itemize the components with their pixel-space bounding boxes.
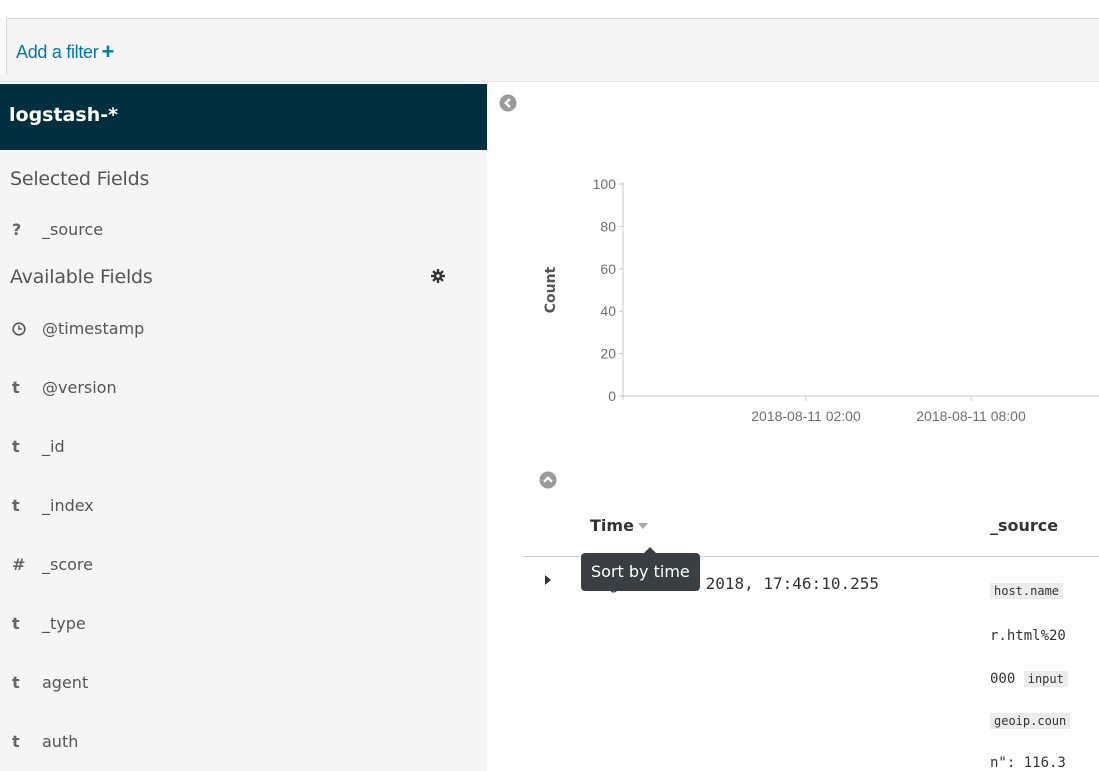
source-line: n": 116.3 <box>990 755 1066 771</box>
source-line: geoip.coun <box>990 713 1099 729</box>
collapse-sidebar-icon[interactable] <box>499 94 517 116</box>
string-type-icon: t <box>12 437 20 456</box>
field-name: _source <box>42 220 104 239</box>
collapse-chart-icon[interactable] <box>539 471 557 493</box>
field-item-auth[interactable]: t auth <box>12 730 78 754</box>
field-item-timestamp[interactable]: @timestamp <box>12 317 144 341</box>
field-name: _score <box>42 555 93 574</box>
field-item-version[interactable]: t @version <box>12 376 117 400</box>
y-axis: 0 20 40 60 80 100 <box>593 176 624 404</box>
source-field-key: host.name <box>990 583 1064 599</box>
field-name: _index <box>42 496 94 515</box>
add-filter-button[interactable]: Add a filter + <box>16 38 114 64</box>
plus-icon: + <box>101 39 115 64</box>
x-tick-label: 2018-08-11 08:00 <box>916 408 1026 424</box>
source-field-key: geoip.coun <box>990 713 1071 729</box>
source-line: host.name <box>990 583 1099 599</box>
filter-bar: Add a filter + <box>0 18 1099 82</box>
unknown-type-icon: ? <box>12 220 22 239</box>
index-pattern-title: logstash-* <box>9 104 119 126</box>
index-pattern-header[interactable]: logstash-* <box>0 84 487 150</box>
string-type-icon: t <box>12 673 20 692</box>
add-filter-label: Add a filter <box>16 42 99 62</box>
field-item-score[interactable]: # _score <box>12 553 93 577</box>
clock-icon <box>12 317 42 341</box>
y-axis-title: Count <box>543 266 559 313</box>
expand-row-icon[interactable] <box>545 575 551 585</box>
selected-fields-title: Selected Fields <box>10 168 150 190</box>
x-axis: 2018-08-11 02:00 2018-08-11 08:00 <box>623 395 1099 424</box>
string-type-icon: t <box>12 614 20 633</box>
time-column-header[interactable]: Time <box>590 516 648 535</box>
sort-caret-icon[interactable] <box>637 523 648 529</box>
histogram-chart: Count 0 20 40 60 80 100 2018-08-11 02:00 2018-… <box>530 170 1099 440</box>
y-tick-label: 20 <box>600 346 616 362</box>
y-tick-label: 0 <box>608 388 616 404</box>
source-line: r.html%20 <box>990 628 1066 644</box>
field-name: @timestamp <box>42 319 145 338</box>
y-tick-label: 100 <box>593 176 617 192</box>
source-column-header: _source <box>990 516 1059 535</box>
field-item-agent[interactable]: t agent <box>12 671 88 695</box>
source-field-key: input <box>1023 671 1068 687</box>
sort-tooltip: Sort by time <box>581 547 700 591</box>
source-line: 000 input <box>990 671 1099 687</box>
field-item-index[interactable]: t _index <box>12 494 94 518</box>
x-tick-label: 2018-08-11 02:00 <box>751 408 861 424</box>
field-item-id[interactable]: t _id <box>12 435 65 459</box>
y-tick-label: 40 <box>600 303 616 319</box>
field-item-source[interactable]: ? _source <box>12 218 103 242</box>
y-tick-label: 60 <box>600 261 616 277</box>
time-column-label: Time <box>590 516 634 535</box>
y-tick-label: 80 <box>600 218 616 234</box>
source-text: 000 <box>990 671 1024 687</box>
field-name: _type <box>42 614 86 633</box>
field-name: _id <box>42 437 65 456</box>
histogram-svg: Count 020406080100 2018-08-11 02:00 2018-… <box>543 176 1099 424</box>
number-type-icon: # <box>12 555 26 574</box>
string-type-icon: t <box>12 496 20 515</box>
field-sidebar: logstash-* Selected Fields ? _source Avai… <box>0 84 487 771</box>
gear-icon[interactable] <box>431 268 445 287</box>
field-item-type[interactable]: t _type <box>12 612 86 636</box>
available-fields-title: Available Fields <box>10 266 153 288</box>
field-name: agent <box>42 673 89 692</box>
field-name: auth <box>42 732 79 751</box>
query-bar-edge <box>0 18 7 74</box>
string-type-icon: t <box>12 732 20 751</box>
string-type-icon: t <box>12 378 20 397</box>
field-name: @version <box>42 378 117 397</box>
